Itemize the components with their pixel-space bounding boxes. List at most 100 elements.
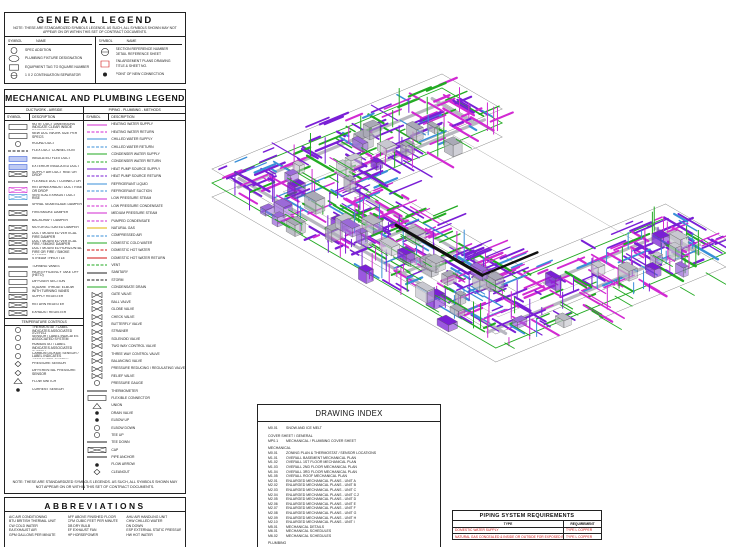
pipe-line-icon bbox=[86, 129, 108, 135]
legend-row: SOLENOID VALVE bbox=[84, 335, 185, 343]
sheet-code: M6.02 bbox=[268, 533, 278, 538]
fitting-icon bbox=[86, 432, 108, 438]
fitting-icon bbox=[86, 454, 108, 460]
legend-description: COMPRESSED AIR bbox=[111, 233, 142, 238]
pressure-sensor-icon bbox=[7, 361, 29, 368]
legend-description: NEW DUCTWORK SIZE PER SPECS bbox=[32, 132, 78, 139]
plumbing-fixture-icon bbox=[8, 55, 20, 62]
legend-row: DOMESTIC COLD WATER bbox=[84, 239, 185, 246]
valve-icon bbox=[86, 343, 108, 350]
legend-row: DOMESTIC HOT WATER bbox=[84, 247, 185, 254]
legend-description: CHECK VALVE bbox=[111, 314, 135, 319]
pipe-run bbox=[564, 270, 593, 289]
legend-row: VENT bbox=[84, 261, 185, 268]
legend-row: NATURAL GAS bbox=[84, 224, 185, 231]
pipe-line-icon bbox=[86, 181, 108, 187]
legend-description: THREE WAY CONTROL VALVE bbox=[111, 351, 160, 356]
legend-row: THERMOMETER bbox=[84, 387, 185, 394]
legend-description: ROUND DUCT bbox=[32, 141, 55, 145]
pipe-run bbox=[459, 315, 473, 324]
legend-description: MEDIUM PRESSURE STEAM bbox=[111, 211, 158, 216]
sensor-icon bbox=[7, 335, 29, 342]
legend-description: INSULATED FLEX DUCT bbox=[32, 157, 71, 161]
legend-description: BUTTERFLY VALVE bbox=[111, 322, 143, 327]
requirement-type: NATURAL GAS CONCEALED & INSIDE OR OUTSID… bbox=[455, 534, 564, 540]
legend-row: BUTTERFLY VALVE bbox=[84, 321, 185, 328]
legend-description: THERMOSTAT / LABEL INDICATES ASSOCIATED … bbox=[32, 326, 73, 334]
equipment-unit bbox=[555, 276, 562, 292]
legend-row: TEE UP bbox=[84, 431, 185, 438]
humidistat-icon bbox=[7, 344, 29, 350]
col-header-symbol: SYMBOL bbox=[8, 39, 23, 44]
legend-description: DIFFERENTIAL PRESSURE SENSOR bbox=[32, 369, 76, 376]
legend-description: FLOW SWITCH bbox=[32, 379, 57, 383]
valve-icon bbox=[86, 372, 108, 379]
exhaust-register-icon bbox=[7, 309, 29, 316]
legend-row: SENSOR / LABEL INDICATES ASSOCIATED SYST… bbox=[5, 334, 83, 343]
legend-row: CONDENSER WATER SUPPLY bbox=[84, 151, 185, 158]
flexible-connector-icon bbox=[7, 179, 29, 185]
legend-row: HEAT PUMP SOURCE SUPPLY bbox=[84, 165, 185, 172]
legend-description: DOMESTIC HOT WATER bbox=[111, 248, 151, 253]
legend-row: THREE WAY CONTROL VALVE bbox=[84, 350, 185, 357]
legend-row: CARBON DIOXIDE SENSOR / LABEL INDICATES … bbox=[5, 351, 83, 360]
general-legend-right: SYMBOL NAME SECTION REFERENCE NUMBER DET… bbox=[94, 37, 186, 85]
sheet-title: MECHANICAL / PLUMBING COVER SHEET bbox=[286, 438, 357, 443]
differential-pressure-icon bbox=[7, 369, 29, 376]
legend-row: CONDENSATE DRAIN bbox=[84, 284, 185, 291]
legend-description: CAP bbox=[111, 447, 119, 452]
legend-row: NEW DUCTWORK SIZE PER SPECS bbox=[5, 132, 83, 140]
legend-row: ELBOW UP bbox=[84, 417, 185, 424]
col-header-symbol: SYMBOL bbox=[98, 39, 113, 44]
legend-row: EXHAUST REGISTER bbox=[5, 309, 83, 317]
plumbing-run bbox=[680, 286, 695, 296]
equipment-tag-icon bbox=[8, 64, 20, 71]
new-duct-icon bbox=[7, 133, 29, 139]
building-outline bbox=[495, 252, 726, 349]
legend-description: STORM bbox=[111, 277, 124, 282]
pipe-run bbox=[407, 86, 433, 98]
legend-description: UNION bbox=[111, 403, 123, 408]
pipe-line-icon bbox=[86, 151, 108, 157]
pipe-line-icon bbox=[86, 188, 108, 194]
sheet-code: M0.01 bbox=[268, 426, 278, 430]
legend-row: FLEXIBLE DUCT CONNECTOR bbox=[5, 178, 83, 186]
legend-description: BALL VALVE bbox=[111, 299, 131, 304]
legend-description: RELIEF VALVE bbox=[111, 373, 135, 378]
legend-description: RETURN/EXHAUST DUCT RISE OR DROP bbox=[32, 185, 83, 193]
legend-description: CONDENSER WATER SUPPLY bbox=[111, 152, 160, 157]
legend-description: MOTOR ACTUATED DAMPER bbox=[32, 226, 79, 230]
pipe-line-icon bbox=[86, 136, 108, 142]
legend-description: DUCT MOUNTED HORIZONTAL FIRE OR FIRE / S… bbox=[32, 247, 82, 255]
legend-row: CHILLED WATER RETURN bbox=[84, 143, 185, 150]
equipment-unit bbox=[460, 293, 467, 306]
legend-row: STORM bbox=[84, 276, 185, 283]
legend-description: FLEX DUCT CONNECTION bbox=[32, 149, 75, 153]
pipe-run bbox=[318, 111, 350, 126]
plumbing-run bbox=[598, 316, 623, 330]
legend-description: SUPPLY REGISTER bbox=[32, 295, 64, 299]
pipe-line-icon bbox=[86, 284, 108, 290]
legend-row: MEDIUM PRESSURE STEAM bbox=[84, 210, 185, 217]
isometric-mep-model bbox=[211, 73, 726, 363]
legend-description: SUPPLY AIR DUCT RISE OR DROP bbox=[32, 170, 77, 178]
turning-vanes-icon bbox=[7, 264, 29, 270]
legend-item: POINT OF NEW CONNECTION bbox=[115, 71, 165, 76]
pipe-line-icon bbox=[86, 255, 108, 261]
index-row: M0.01 SNOW AND ICE MELT bbox=[258, 426, 440, 431]
legend-description: DUCT MOUNTED VERTICAL FIRE DAMPER bbox=[32, 232, 77, 239]
legend-row: THERMOSTAT / LABEL INDICATES ASSOCIATED … bbox=[5, 326, 83, 335]
legend-row: CHECK VALVE bbox=[84, 313, 185, 320]
legend-description: CLEANOUT bbox=[111, 469, 130, 474]
fitting-icon bbox=[86, 395, 108, 401]
plumbing-run bbox=[504, 342, 515, 349]
drawing-index-body: COVER SHEET / GENERAL MP0.1 MECHANICAL / … bbox=[258, 434, 440, 547]
insulated-flex-duct-icon bbox=[7, 156, 29, 162]
legend-description: FLEXIBLE DUCT CONNECTOR bbox=[32, 180, 81, 184]
legend-row: SANITARY bbox=[84, 269, 185, 276]
plumbing-run bbox=[327, 175, 339, 183]
exhaust-duct-rise-icon bbox=[7, 194, 29, 201]
legend-row: INSULATED FLEX DUCT bbox=[5, 155, 83, 163]
legend-description: VERTICAL EXHAUST DUCT RISE bbox=[32, 193, 76, 201]
equipment-unit bbox=[675, 245, 682, 261]
